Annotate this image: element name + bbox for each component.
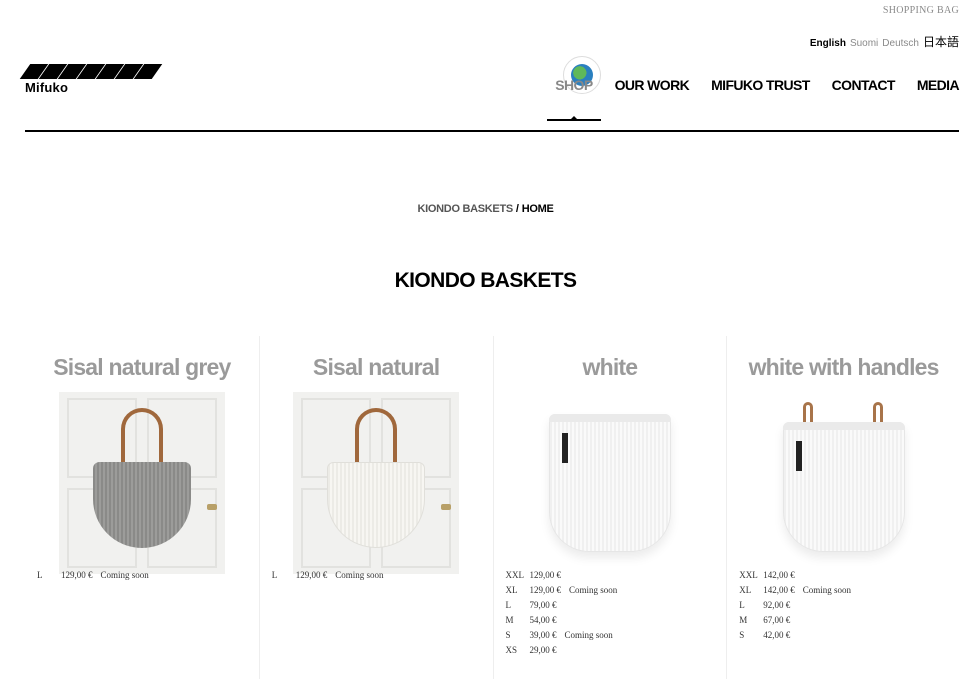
lang-english[interactable]: English xyxy=(810,38,846,49)
price-row: S 42,00 € xyxy=(739,628,851,643)
product-image[interactable] xyxy=(526,392,693,574)
price-row: L 92,00 € xyxy=(739,598,851,613)
price-value: 129,00 € xyxy=(529,570,562,580)
lang-suomi[interactable]: Suomi xyxy=(850,38,878,49)
size-label: M xyxy=(505,615,514,625)
price-value: 92,00 € xyxy=(763,600,791,610)
availability-note: Coming soon xyxy=(100,570,149,580)
price-value: 39,00 € xyxy=(529,630,557,640)
product-name[interactable]: Sisal natural xyxy=(260,354,493,384)
availability-note: Coming soon xyxy=(335,570,384,580)
price-list: L 129,00 € Coming soon xyxy=(272,568,384,583)
price-row: L 79,00 € xyxy=(506,598,618,613)
size-label: L xyxy=(739,600,745,610)
product-image[interactable] xyxy=(58,392,225,574)
size-label: S xyxy=(505,630,511,640)
price-value: 142,00 € xyxy=(763,585,795,595)
availability-note: Coming soon xyxy=(569,585,618,595)
price-value: 79,00 € xyxy=(529,600,557,610)
header-divider xyxy=(25,130,959,132)
product-image[interactable] xyxy=(293,392,460,574)
product-name[interactable]: Sisal natural grey xyxy=(25,354,259,384)
price-row: M 67,00 € xyxy=(739,613,851,628)
nav-mifuko-trust[interactable]: MIFUKO TRUST xyxy=(711,77,810,93)
price-row: XXL 142,00 € xyxy=(739,568,851,583)
size-label: L xyxy=(271,570,278,580)
language-switcher: English Suomi Deutsch 日本語 xyxy=(810,33,959,50)
price-value: 67,00 € xyxy=(763,615,791,625)
product-grid: Sisal natural grey L 129,00 € Coming soo… xyxy=(25,336,960,679)
price-row: XL 129,00 € Coming soon xyxy=(506,583,618,598)
logo-mark-icon xyxy=(19,64,163,79)
price-row: XXL 129,00 € xyxy=(506,568,618,583)
product-name[interactable]: white with handles xyxy=(727,354,960,384)
price-row: XS 29,00 € xyxy=(506,643,618,658)
size-label: L xyxy=(505,600,512,610)
breadcrumb: KIONDO BASKETS / HOME xyxy=(0,203,971,215)
price-list: XXL 129,00 € XL 129,00 € Coming soon L 79,00… xyxy=(506,568,618,658)
size-label: XS xyxy=(505,645,518,655)
size-label: L xyxy=(37,570,43,580)
size-label: M xyxy=(739,615,748,625)
product-card[interactable]: Sisal natural L 129,00 € Coming soon xyxy=(258,336,493,679)
breadcrumb-current: KIONDO BASKETS xyxy=(417,203,514,215)
price-row: L 129,00 € Coming soon xyxy=(37,568,149,583)
lang-deutsch[interactable]: Deutsch xyxy=(882,38,919,49)
price-row: XL 142,00 € Coming soon xyxy=(739,583,851,598)
size-label: XXL xyxy=(505,570,525,580)
price-value: 29,00 € xyxy=(529,645,557,655)
price-list: XXL 142,00 € XL 142,00 € Coming soon L 92,00… xyxy=(739,568,851,643)
size-label: S xyxy=(739,630,745,640)
product-name[interactable]: white xyxy=(494,354,727,384)
page-title: KIONDO BASKETS xyxy=(394,269,577,292)
lang-japanese[interactable]: 日本語 xyxy=(923,33,959,50)
nav-contact[interactable]: CONTACT xyxy=(832,77,896,93)
price-value: 54,00 € xyxy=(529,615,557,625)
product-card[interactable]: white XXL 129,00 € XL 129,00 € Coming soon … xyxy=(492,336,727,679)
site-logo[interactable]: Mifuko xyxy=(19,64,163,95)
shopping-bag-link[interactable]: SHOPPING BAG xyxy=(883,5,959,16)
price-list: L 129,00 € Coming soon xyxy=(37,568,149,583)
availability-note: Coming soon xyxy=(802,585,852,595)
breadcrumb-separator: / xyxy=(515,203,519,215)
price-value: 42,00 € xyxy=(763,630,791,640)
main-nav: SHOP OUR WORK MIFUKO TRUST CONTACT MEDIA xyxy=(547,77,960,121)
logo-text: Mifuko xyxy=(25,80,69,95)
size-label: XL xyxy=(505,585,518,595)
product-card[interactable]: white with handles XXL 142,00 € XL 142,00 … xyxy=(726,336,960,679)
availability-note: Coming soon xyxy=(564,630,613,640)
price-value: 142,00 € xyxy=(763,570,795,580)
nav-our-work[interactable]: OUR WORK xyxy=(615,77,690,93)
nav-shop[interactable]: SHOP xyxy=(547,77,601,121)
price-value: 129,00 € xyxy=(295,570,328,580)
product-card[interactable]: Sisal natural grey L 129,00 € Coming soo… xyxy=(25,336,259,679)
breadcrumb-home[interactable]: HOME xyxy=(522,203,554,215)
price-value: 129,00 € xyxy=(529,585,562,595)
price-row: M 54,00 € xyxy=(506,613,618,628)
nav-media[interactable]: MEDIA xyxy=(917,77,960,93)
price-row: L 129,00 € Coming soon xyxy=(272,568,384,583)
size-label: XL xyxy=(739,585,752,595)
product-image[interactable] xyxy=(760,392,927,574)
size-label: XXL xyxy=(739,570,758,580)
price-value: 129,00 € xyxy=(61,570,93,580)
price-row: S 39,00 € Coming soon xyxy=(506,628,618,643)
